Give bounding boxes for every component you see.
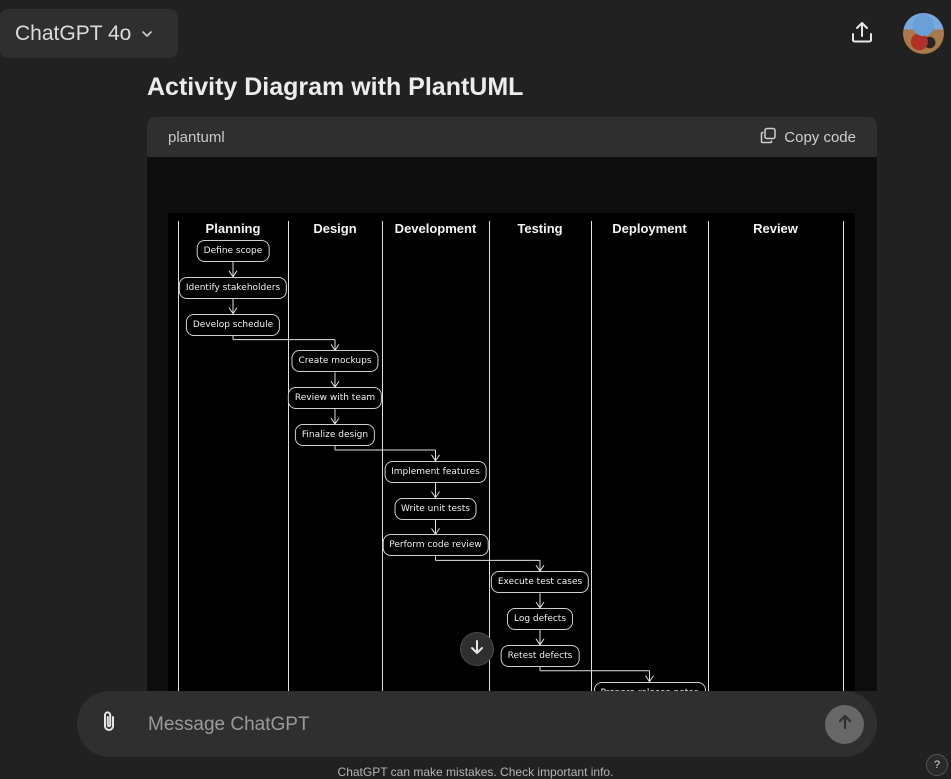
code-language-label: plantuml (168, 128, 225, 146)
share-button[interactable] (844, 16, 880, 52)
swimlane-title: Development (394, 221, 477, 236)
activity-node: Perform code review (382, 534, 489, 557)
swimlane-divider (708, 221, 709, 691)
share-icon (849, 19, 875, 50)
swimlane-title: Testing (517, 221, 563, 236)
attach-button[interactable] (93, 708, 125, 740)
activity-node: Define scope (196, 240, 270, 262)
swimlane-divider (382, 221, 383, 691)
swimlane-title: Deployment (612, 221, 687, 236)
activity-node: Write unit tests (394, 497, 477, 520)
activity-node: Develop schedule (185, 313, 281, 336)
activity-diagram: Planning Design Development Testing Deployme… (168, 213, 855, 691)
activity-node: Implement features (384, 460, 487, 483)
swimlane-divider (489, 221, 490, 691)
arrow-up-icon (835, 712, 855, 737)
activity-node: Retest defects (500, 644, 580, 667)
scroll-down-button[interactable] (460, 632, 494, 666)
paperclip-icon (98, 709, 120, 740)
activity-node: Identify stakeholders (178, 276, 288, 299)
arrow-down-icon (468, 638, 486, 661)
model-label: ChatGPT 4o (15, 21, 132, 45)
swimlane-title: Review (753, 221, 798, 236)
copy-code-button[interactable]: Copy code (760, 127, 856, 148)
swimlane-divider (843, 221, 844, 691)
message-input[interactable] (146, 709, 810, 741)
swimlane-title: Design (313, 221, 357, 236)
code-block: plantuml Copy code Planning Design Develop… (147, 117, 877, 691)
swimlane-divider (288, 221, 289, 691)
avatar[interactable] (903, 13, 944, 54)
activity-node: Prepare release notes (593, 681, 706, 691)
code-block-header: plantuml Copy code (147, 117, 877, 157)
disclaimer-text: ChatGPT can make mistakes. Check importa… (337, 765, 614, 779)
model-selector-button[interactable]: ChatGPT 4o (0, 9, 178, 58)
swimlane-title: Planning (205, 221, 261, 236)
copy-code-label: Copy code (784, 128, 856, 146)
activity-node: Finalize design (294, 424, 376, 446)
swimlane-divider (591, 221, 592, 691)
chevron-down-icon (139, 26, 155, 42)
copy-icon (760, 127, 777, 148)
message-composer (77, 691, 877, 757)
activity-node: Execute test cases (490, 571, 590, 594)
activity-node: Review with team (287, 387, 383, 410)
send-button[interactable] (825, 705, 864, 744)
activity-node: Create mockups (291, 350, 379, 373)
activity-node: Log defects (506, 608, 574, 630)
page-title: Activity Diagram with PlantUML (147, 73, 524, 101)
help-button[interactable]: ? (926, 754, 948, 776)
